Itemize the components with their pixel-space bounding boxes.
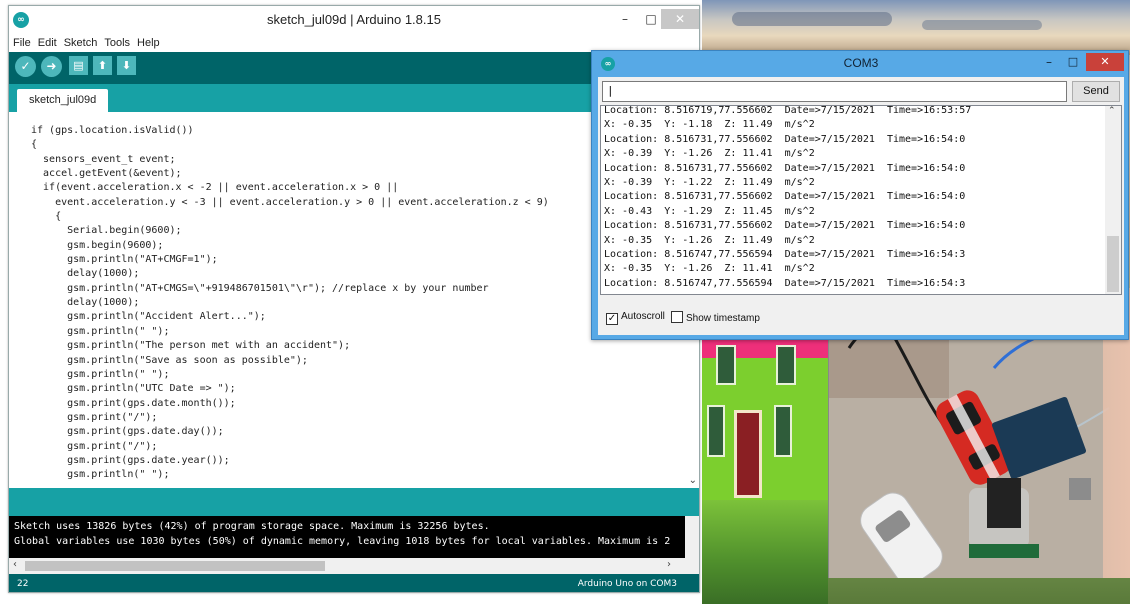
menu-tools[interactable]: Tools [100, 34, 133, 49]
console-line: Sketch uses 13826 bytes (42%) of program… [14, 521, 490, 532]
send-button[interactable]: Send [1072, 81, 1120, 102]
wallpaper-window [716, 345, 736, 385]
chevron-left-icon[interactable]: ‹ [13, 559, 17, 570]
serial-line: Location: 8.516747,77.556594 Date=>7/15/… [604, 248, 966, 260]
serial-line: X: -0.35 Y: -1.26 Z: 11.49 m/s^2 [604, 234, 815, 246]
ide-footer: 22 Arduino Uno on COM3 [9, 574, 699, 592]
scrollbar-thumb[interactable] [1107, 236, 1119, 292]
console-line: Global variables use 1030 bytes (50%) of… [14, 536, 671, 547]
code-line: gsm.print(gps.date.year()); [31, 454, 230, 466]
chevron-down-icon[interactable]: ⌄ [689, 475, 697, 486]
menu-file[interactable]: File [9, 34, 34, 49]
serial-line: X: -0.35 Y: -1.18 Z: 11.49 m/s^2 [604, 119, 815, 131]
wallpaper-door [734, 410, 762, 498]
code-line: gsm.println("Save as soon as possible"); [31, 354, 308, 366]
serial-line: Location: 8.516731,77.556602 Date=>7/15/… [604, 162, 966, 174]
code-line: gsm.print("/"); [31, 440, 158, 452]
minimize-button[interactable]: – [1038, 53, 1060, 71]
wallpaper-window [707, 405, 725, 457]
chevron-up-icon[interactable]: ⌃ [1108, 106, 1116, 116]
serial-output-text: Location: 8.516719,77.556602 Date=>7/15/… [604, 105, 972, 291]
checkbox-checked-icon[interactable]: ✓ [606, 313, 618, 325]
code-line: gsm.println("UTC Date => "); [31, 383, 236, 395]
code-line: gsm.print(gps.date.day()); [31, 426, 224, 438]
desktop: ∞ sketch_jul09d | Arduino 1.8.15 – □ ✕ F… [0, 0, 1130, 604]
serial-line: Location: 8.516731,77.556602 Date=>7/15/… [604, 133, 966, 145]
serial-line: Location: 8.516747,77.556594 Date=>7/15/… [604, 277, 966, 289]
new-sketch-button[interactable]: ▤ [69, 56, 88, 75]
autoscroll-label: Autoscroll [621, 311, 665, 322]
scrollbar-thumb[interactable] [25, 561, 325, 571]
ide-status-bar [9, 488, 699, 516]
wallpaper-cloud [922, 20, 1042, 30]
serial-line: Location: 8.516731,77.556602 Date=>7/15/… [604, 191, 966, 203]
open-sketch-button[interactable]: ⬆ [93, 56, 112, 75]
serial-scrollbar[interactable]: ⌃ [1105, 106, 1121, 294]
serial-line: X: -0.39 Y: -1.26 Z: 11.41 m/s^2 [604, 148, 815, 160]
serial-monitor-window: ∞ COM3 – □ ✕ | Send Location: 8.516719,7… [591, 50, 1129, 340]
serial-line: Location: 8.516719,77.556602 Date=>7/15/… [604, 105, 972, 116]
tab-sketch[interactable]: sketch_jul09d [17, 89, 109, 112]
code-line: gsm.println(" "); [31, 469, 170, 481]
console-horizontal-scrollbar[interactable]: ‹ › [9, 558, 699, 574]
close-button[interactable]: ✕ [661, 9, 699, 29]
maximize-button[interactable]: □ [639, 9, 663, 29]
verify-button[interactable]: ✓ [15, 56, 36, 77]
menu-help[interactable]: Help [133, 34, 163, 49]
console-scrollbar[interactable] [685, 516, 699, 558]
upload-button[interactable]: ➜ [41, 56, 62, 77]
line-number: 22 [17, 579, 29, 589]
serial-line: Location: 8.516731,77.556602 Date=>7/15/… [604, 220, 966, 232]
console-text: Sketch uses 13826 bytes (42%) of program… [14, 519, 670, 549]
serial-output[interactable]: Location: 8.516719,77.556602 Date=>7/15/… [600, 105, 1122, 295]
serial-line: X: -0.39 Y: -1.22 Z: 11.49 m/s^2 [604, 176, 815, 188]
show-timestamp-label: Show timestamp [686, 313, 760, 324]
menu-edit[interactable]: Edit [34, 34, 60, 49]
serial-send-input[interactable]: | [602, 81, 1067, 102]
serial-line: X: -0.43 Y: -1.29 Z: 11.45 m/s^2 [604, 205, 815, 217]
output-console: Sketch uses 13826 bytes (42%) of program… [9, 516, 699, 558]
code-line: gsm.println("The person met with an acci… [31, 340, 351, 352]
minimize-button[interactable]: – [613, 9, 637, 29]
maximize-button[interactable]: □ [1062, 53, 1084, 71]
chevron-right-icon[interactable]: › [667, 559, 671, 570]
wallpaper-window [776, 345, 796, 385]
save-sketch-button[interactable]: ⬇ [117, 56, 136, 75]
code-line: gsm.print(gps.date.month()); [31, 397, 236, 409]
board-port-label: Arduino Uno on COM3 [577, 579, 677, 589]
code-line: gsm.println(" "); [31, 368, 170, 380]
wallpaper-sky [702, 0, 1130, 55]
close-button[interactable]: ✕ [1086, 53, 1124, 71]
code-line: gsm.print("/"); [31, 411, 158, 423]
serial-line: X: -0.35 Y: -1.26 Z: 11.41 m/s^2 [604, 263, 815, 275]
ide-window-title: sketch_jul09d | Arduino 1.8.15 [267, 12, 441, 27]
serial-body: | Send Location: 8.516719,77.556602 Date… [598, 77, 1124, 335]
wallpaper-window [774, 405, 792, 457]
menu-sketch[interactable]: Sketch [60, 34, 101, 49]
autoscroll-checkbox[interactable]: ✓ Autoscroll [606, 311, 665, 325]
wallpaper-water-reflection [702, 500, 828, 604]
serial-options-bar: ✓ Autoscroll Show timestamp [598, 305, 1124, 333]
wallpaper-cloud [732, 12, 892, 26]
show-timestamp-checkbox[interactable]: Show timestamp [671, 311, 760, 324]
checkbox-unchecked-icon[interactable] [671, 311, 683, 323]
ide-title-bar[interactable]: ∞ sketch_jul09d | Arduino 1.8.15 – □ ✕ [9, 6, 699, 34]
